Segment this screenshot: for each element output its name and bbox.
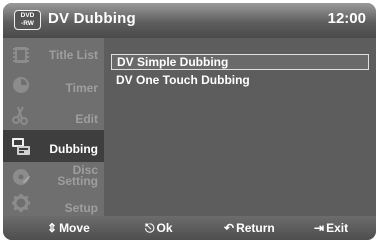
- badge-line2: -RW: [21, 20, 34, 27]
- disc-icon: [13, 169, 30, 185]
- move-hint: ⇕ Move: [47, 221, 90, 235]
- exit-button[interactable]: ⇥ Exit: [314, 221, 348, 235]
- return-icon: ↶: [224, 221, 235, 235]
- menu-item-dv-one-touch-dubbing[interactable]: DV One Touch Dubbing: [111, 72, 369, 88]
- page-title: DV Dubbing: [48, 10, 136, 27]
- sidebar-item-label: Title List: [48, 48, 98, 62]
- sidebar-item-label: Setup: [64, 201, 98, 215]
- updown-arrows-icon: ⇕: [47, 221, 58, 235]
- sidebar-item-label-line2: Setting: [57, 174, 98, 188]
- ok-label: Ok: [156, 221, 173, 235]
- menu-item-dv-simple-dubbing[interactable]: DV Simple Dubbing: [111, 54, 369, 70]
- scissors-icon: [12, 106, 28, 125]
- sidebar-item-label: Edit: [75, 112, 98, 126]
- return-button[interactable]: ↶ Return: [224, 221, 275, 235]
- move-label: Move: [59, 221, 90, 235]
- dubbing-menu: DV Simple Dubbing DV One Touch Dubbing: [104, 38, 376, 216]
- header-bar: DVD -RW DV Dubbing 12:00: [3, 3, 376, 38]
- sidebar: Title List Timer Edit Dubbing Disc Setti…: [3, 38, 104, 216]
- exit-icon: ⇥: [314, 221, 325, 235]
- film-icon: [13, 47, 29, 63]
- sidebar-item-label: Dubbing: [49, 142, 98, 156]
- clock-time: 12:00: [327, 10, 366, 27]
- sidebar-item-dubbing[interactable]: Dubbing: [3, 130, 104, 162]
- dv-dubbing-screen: DVD -RW DV Dubbing 12:00 Title List Time…: [3, 3, 376, 240]
- dvd-rw-badge: DVD -RW: [14, 10, 41, 30]
- sidebar-item-label: Timer: [65, 81, 98, 95]
- footer-bar: ⇕ Move ⎋ Ok ↶ Return ⇥ Exit: [3, 216, 376, 240]
- gear-icon: [12, 194, 30, 212]
- enter-icon: ⎋: [145, 221, 155, 235]
- dubbing-icon: [12, 138, 30, 155]
- clock-icon: [13, 77, 29, 93]
- sidebar-item-edit[interactable]: Edit: [3, 100, 104, 130]
- return-label: Return: [236, 221, 275, 235]
- sidebar-item-title-list[interactable]: Title List: [3, 40, 104, 70]
- badge-line1: DVD: [20, 12, 35, 19]
- exit-label: Exit: [326, 221, 349, 235]
- sidebar-item-setup[interactable]: Setup: [3, 192, 104, 216]
- sidebar-item-disc-setting[interactable]: Disc Setting: [3, 162, 104, 192]
- ok-button[interactable]: ⎋ Ok: [145, 221, 173, 236]
- sidebar-item-timer[interactable]: Timer: [3, 70, 104, 100]
